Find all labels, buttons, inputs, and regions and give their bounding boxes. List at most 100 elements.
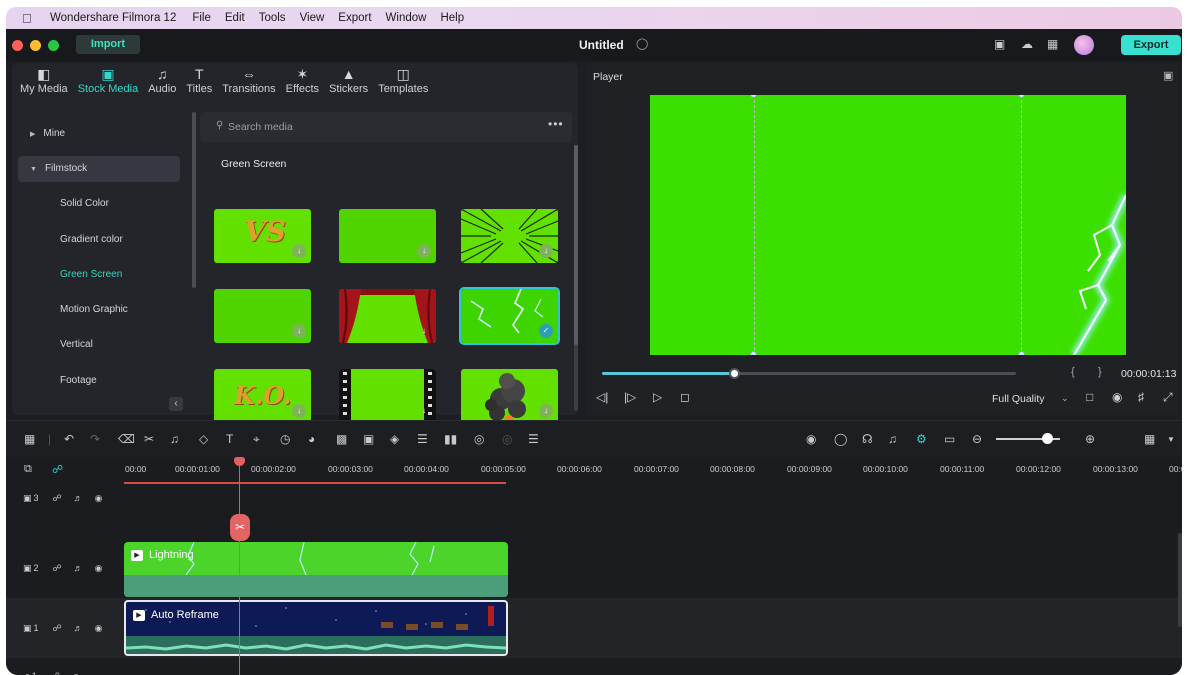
tab-stock-media[interactable]: ▣ Stock Media <box>74 63 143 109</box>
chevron-down-icon[interactable]: ⌄ <box>1061 393 1069 404</box>
tab-effects[interactable]: ✶ Effects <box>282 63 323 109</box>
menu-file[interactable]: File <box>192 12 211 24</box>
playhead-line[interactable] <box>239 459 240 675</box>
tab-stickers[interactable]: ▲ Stickers <box>325 63 372 109</box>
stabilize-icon[interactable]: ▩ <box>336 432 347 446</box>
sidebar-item-motion-graphic[interactable]: Motion Graphic <box>18 297 180 323</box>
sidebar-item-mine[interactable]: ▶ Mine <box>18 121 180 147</box>
media-thumb-lightning[interactable]: ✓ <box>459 287 560 345</box>
previous-frame-icon[interactable]: ◁| <box>596 390 608 404</box>
menu-app-name[interactable]: Wondershare Filmora 12 <box>50 12 176 24</box>
guide-handle[interactable] <box>750 351 757 355</box>
monitor-icon[interactable]: ▣ <box>994 37 1005 51</box>
media-thumb-ko[interactable]: K.O. ↓ <box>214 369 311 423</box>
tab-transitions[interactable]: ⇔ Transitions <box>218 63 279 109</box>
download-icon[interactable]: ↓ <box>292 324 306 338</box>
media-thumb-curtains[interactable]: ↓ <box>339 289 436 343</box>
split-scissors-button[interactable]: ✂ <box>230 514 250 541</box>
speed-icon[interactable]: ◷ <box>280 432 290 446</box>
download-icon[interactable]: ↓ <box>292 244 306 258</box>
play-icon[interactable]: ▷ <box>653 390 662 404</box>
delete-icon[interactable]: ⌫ <box>118 432 135 446</box>
marker-icon[interactable]: ◯ <box>834 432 847 446</box>
guide-handle[interactable] <box>1018 351 1025 355</box>
search-input[interactable] <box>228 118 498 136</box>
menu-export[interactable]: Export <box>338 12 371 24</box>
download-icon[interactable]: ↓ <box>292 404 306 418</box>
tab-audio[interactable]: ♫ Audio <box>144 63 180 109</box>
download-icon[interactable]: ↓ <box>539 404 553 418</box>
link-icon[interactable]: ☍ <box>52 463 63 476</box>
import-button[interactable]: Import <box>76 35 140 54</box>
text-icon[interactable]: T <box>226 432 233 446</box>
lock-icon[interactable]: ☍ <box>53 493 62 504</box>
snap-icon[interactable]: ⚙ <box>916 432 927 446</box>
snapshot-view-icon[interactable]: ▣ <box>1163 69 1173 82</box>
sidebar-scrollbar[interactable] <box>192 112 196 288</box>
trim-icon[interactable]: ▮▮ <box>444 432 457 446</box>
media-thumb-plain[interactable]: ↓ <box>339 209 436 263</box>
media-thumb-smoke[interactable]: ↓ <box>461 369 558 423</box>
sidebar-item-filmstock[interactable]: ▼ Filmstock <box>18 156 180 182</box>
display-settings-icon[interactable]: □ <box>1086 390 1093 404</box>
menu-window[interactable]: Window <box>386 12 427 24</box>
avatar[interactable] <box>1074 35 1094 55</box>
menu-edit[interactable]: Edit <box>225 12 245 24</box>
menu-help[interactable]: Help <box>440 12 464 24</box>
tab-templates[interactable]: ◫ Templates <box>374 63 432 109</box>
media-thumb-vs[interactable]: VS ↓ <box>214 209 311 263</box>
eye-icon[interactable]: ◉ <box>95 623 103 634</box>
download-icon[interactable]: ↓ <box>417 244 431 258</box>
grid-layout-icon[interactable]: ▦ <box>1047 37 1058 51</box>
audio-detach-icon[interactable]: ♫ <box>170 432 179 446</box>
clip-lightning[interactable]: ▶ Lightning <box>124 542 508 597</box>
camera-snapshot-icon[interactable]: ◉ <box>1112 390 1122 404</box>
collapse-sidebar-button[interactable]: ‹ <box>169 397 183 411</box>
zoom-in-icon[interactable]: ⊕ <box>1085 432 1095 446</box>
eye-icon[interactable]: ◉ <box>95 493 103 504</box>
lock-icon[interactable]: ☍ <box>53 623 62 634</box>
fullscreen-icon[interactable]: ⤢ <box>1163 390 1173 405</box>
zoom-window-button[interactable] <box>48 40 59 51</box>
speaker-icon[interactable]: ♬ <box>74 623 83 633</box>
sidebar-item-vertical[interactable]: Vertical <box>18 332 180 358</box>
undo-icon[interactable]: ↶ <box>64 432 74 446</box>
more-options-icon[interactable]: ••• <box>548 117 564 131</box>
volume-icon[interactable]: ♯ <box>1138 390 1144 404</box>
color-icon[interactable]: ◕ <box>308 432 315 446</box>
microphone-icon[interactable]: ☊ <box>862 432 873 446</box>
playback-scrubber[interactable] <box>729 368 741 379</box>
media-thumb-burst[interactable]: ↓ <box>461 209 558 263</box>
audio-wave-icon[interactable]: ☰ <box>528 432 539 446</box>
close-window-button[interactable] <box>12 40 23 51</box>
split-icon[interactable]: ✂ <box>144 432 154 446</box>
quality-select[interactable]: Full Quality <box>992 393 1045 405</box>
sidebar-item-footage[interactable]: Footage <box>18 368 180 394</box>
menu-view[interactable]: View <box>300 12 325 24</box>
eye-icon[interactable]: ◉ <box>95 563 103 574</box>
download-icon[interactable]: ↓ <box>417 404 431 418</box>
layout-icon[interactable]: ▦ <box>24 432 35 446</box>
menu-tools[interactable]: Tools <box>259 12 286 24</box>
sidebar-item-solid-color[interactable]: Solid Color <box>18 191 180 217</box>
keyframe-icon[interactable]: ◈ <box>390 432 399 446</box>
export-button[interactable]: Export <box>1121 35 1181 55</box>
track-layout-icon[interactable]: ▦ <box>1144 432 1155 446</box>
download-icon[interactable]: ↓ <box>417 324 431 338</box>
player-canvas[interactable] <box>650 95 1126 355</box>
clip-auto-reframe[interactable]: ▶ Auto Reframe <box>124 600 508 656</box>
chevron-down-icon[interactable]: ▼ <box>1167 435 1175 444</box>
adjust-icon[interactable]: ☰ <box>417 432 428 446</box>
sidebar-item-green-screen[interactable]: Green Screen <box>18 262 180 288</box>
tab-my-media[interactable]: ◧ My Media <box>16 63 72 109</box>
zoom-out-icon[interactable]: ⊖ <box>972 432 982 446</box>
timeline-ruler[interactable]: 00:00 00:00:01:00 00:00:02:00 00:00:03:0… <box>124 458 1182 484</box>
crop-icon[interactable]: ⌖ <box>253 432 260 447</box>
timeline-vertical-scrollbar[interactable] <box>1178 533 1182 627</box>
ai-crop-icon[interactable]: ▣ <box>363 432 374 446</box>
mark-in-icon[interactable]: { <box>1071 366 1075 378</box>
media-thumb-sparkle[interactable]: ↓ <box>214 289 311 343</box>
render-icon[interactable]: ◉ <box>806 432 816 446</box>
lock-icon[interactable]: ☍ <box>53 563 62 574</box>
media-thumb-film-strip[interactable]: ↓ <box>339 369 436 423</box>
